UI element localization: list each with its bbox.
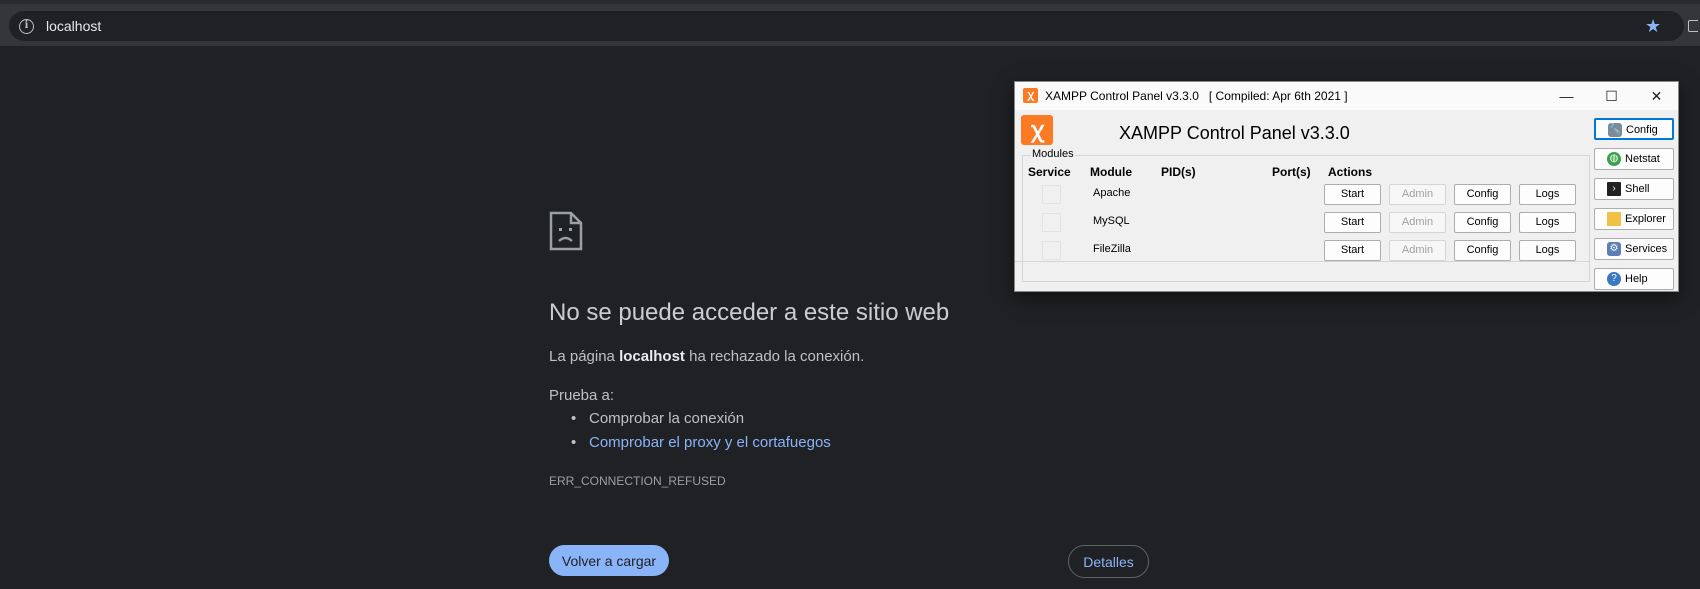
- error-code: ERR_CONNECTION_REFUSED: [549, 474, 726, 488]
- admin-button: Admin: [1389, 184, 1446, 205]
- header-service: Service: [1028, 165, 1071, 179]
- shell-button[interactable]: › Shell: [1594, 178, 1674, 200]
- modules-label: Modules: [1031, 148, 1075, 160]
- netstat-label: Netstat: [1625, 153, 1660, 165]
- suggestion-link-text[interactable]: Comprobar el proxy y el cortafuegos: [589, 434, 831, 451]
- netstat-button[interactable]: ◍ Netstat: [1594, 148, 1674, 170]
- header-module: Module: [1090, 165, 1132, 179]
- minimize-button[interactable]: —: [1544, 82, 1589, 110]
- header-actions: Actions: [1328, 165, 1373, 179]
- error-message: La página localhost ha rechazado la cone…: [549, 348, 864, 365]
- error-message-prefix: La página: [549, 348, 615, 365]
- services-button[interactable]: ⚙ Services: [1594, 238, 1674, 260]
- module-name: Apache: [1093, 187, 1131, 199]
- xampp-logo-icon: ꭓ: [1021, 115, 1053, 145]
- suggestion-check-proxy-link[interactable]: Comprobar el proxy y el cortafuegos: [549, 434, 831, 458]
- wrench-icon: 🔧: [1608, 123, 1622, 137]
- logs-button[interactable]: Logs: [1519, 240, 1576, 261]
- try-label: Prueba a:: [549, 387, 615, 404]
- explorer-button[interactable]: Explorer: [1594, 208, 1674, 230]
- start-button[interactable]: Start: [1324, 240, 1381, 261]
- globe-icon: ◍: [1607, 152, 1621, 166]
- logs-button[interactable]: Logs: [1519, 184, 1576, 205]
- details-button[interactable]: Detalles: [1068, 545, 1149, 578]
- explorer-label: Explorer: [1625, 213, 1666, 225]
- error-message-suffix: ha rechazado la conexión.: [689, 348, 865, 365]
- error-message-host: localhost: [619, 348, 685, 365]
- config-button[interactable]: Config: [1454, 212, 1511, 233]
- help-button[interactable]: ? Help: [1594, 268, 1674, 290]
- start-button[interactable]: Start: [1324, 212, 1381, 233]
- close-button[interactable]: ✕: [1634, 82, 1678, 110]
- admin-button: Admin: [1389, 212, 1446, 233]
- sad-document-icon: [549, 211, 583, 251]
- address-url[interactable]: localhost: [46, 18, 101, 34]
- xampp-window: ꭓ XAMPP Control Panel v3.3.0 [ Compiled:…: [1014, 81, 1679, 292]
- xampp-body: ꭓ XAMPP Control Panel v3.3.0 Modules Ser…: [1015, 110, 1678, 291]
- module-name: MySQL: [1093, 215, 1130, 227]
- help-label: Help: [1625, 273, 1648, 285]
- services-label: Services: [1625, 243, 1668, 255]
- config-side-button[interactable]: 🔧 Config: [1594, 118, 1674, 140]
- header-pids: PID(s): [1161, 165, 1196, 179]
- header-ports: Port(s): [1272, 165, 1311, 179]
- config-button[interactable]: Config: [1454, 240, 1511, 261]
- suggestion-check-connection: Comprobar la conexión: [549, 410, 831, 434]
- reload-button[interactable]: Volver a cargar: [549, 545, 669, 576]
- xampp-app-icon: ꭓ: [1023, 88, 1038, 103]
- error-title: No se puede acceder a este sitio web: [549, 299, 950, 326]
- config-button[interactable]: Config: [1454, 184, 1511, 205]
- site-info-icon[interactable]: i: [19, 19, 34, 34]
- service-checkbox[interactable]: [1042, 241, 1061, 260]
- terminal-icon: ›: [1607, 182, 1621, 196]
- admin-button: Admin: [1389, 240, 1446, 261]
- suggestions-list: Comprobar la conexión Comprobar el proxy…: [549, 410, 831, 458]
- logs-button[interactable]: Logs: [1519, 212, 1576, 233]
- xampp-titlebar[interactable]: ꭓ XAMPP Control Panel v3.3.0 [ Compiled:…: [1015, 82, 1678, 110]
- config-side-label: Config: [1626, 124, 1658, 136]
- bookmark-star-icon[interactable]: ★: [1645, 16, 1661, 36]
- help-icon: ?: [1607, 272, 1621, 286]
- module-row-mysql: MySQL Start Admin Config Logs: [1015, 210, 1590, 236]
- module-row-apache: Apache Start Admin Config Logs: [1015, 182, 1590, 208]
- maximize-button[interactable]: ☐: [1589, 82, 1634, 110]
- start-button[interactable]: Start: [1324, 184, 1381, 205]
- log-divider: [1015, 261, 1590, 262]
- services-icon: ⚙: [1607, 242, 1621, 256]
- xampp-heading: XAMPP Control Panel v3.3.0: [1119, 123, 1350, 143]
- browser-toolbar: i localhost ★: [0, 0, 1700, 46]
- folder-icon: [1607, 212, 1621, 226]
- extensions-icon[interactable]: [1688, 20, 1698, 32]
- shell-label: Shell: [1625, 183, 1650, 195]
- module-name: FileZilla: [1093, 243, 1131, 255]
- service-checkbox[interactable]: [1042, 213, 1061, 232]
- service-checkbox[interactable]: [1042, 185, 1061, 204]
- suggestion-text: Comprobar la conexión: [589, 410, 745, 427]
- address-bar[interactable]: i localhost ★: [9, 11, 1684, 41]
- xampp-window-title: XAMPP Control Panel v3.3.0 [ Compiled: A…: [1045, 89, 1348, 103]
